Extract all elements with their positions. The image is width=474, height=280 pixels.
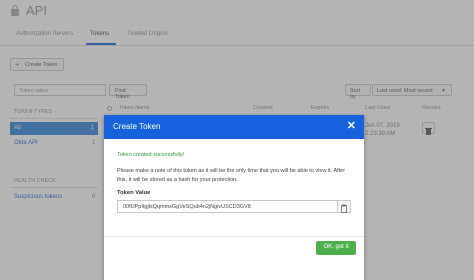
dialog-footer-divider xyxy=(104,236,364,237)
dialog-header: Create Token ✕ xyxy=(104,115,364,139)
ok-got-it-button[interactable]: OK, got it xyxy=(316,241,356,255)
close-icon[interactable]: ✕ xyxy=(347,119,356,132)
copy-button[interactable] xyxy=(337,200,351,213)
create-token-dialog: Create Token ✕ Token created successfull… xyxy=(104,115,364,280)
token-value-label: Token Value xyxy=(117,190,151,196)
clipboard-icon xyxy=(341,204,347,213)
dialog-message: Please make a note of this token as it w… xyxy=(117,168,346,183)
dialog-title: Create Token xyxy=(113,122,161,131)
success-message: Token created successfully! xyxy=(117,152,185,158)
token-value-field[interactable]: 00fUPpItgjlxQqmmsGgVeSQub4n2jNgivUSCD3GV… xyxy=(117,200,339,213)
